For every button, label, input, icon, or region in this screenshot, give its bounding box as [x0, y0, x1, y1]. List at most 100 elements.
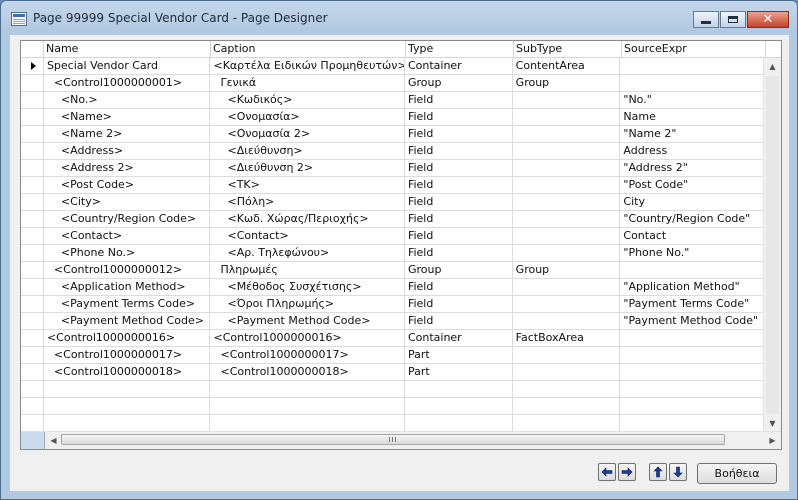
- column-header-type[interactable]: Type: [406, 41, 514, 57]
- table-row[interactable]: <Country/Region Code> <Κωδ. Χώρας/Περιοχ…: [21, 211, 764, 228]
- name-cell[interactable]: <Control1000000012>: [43, 262, 211, 279]
- vertical-scroll-track[interactable]: [766, 76, 779, 414]
- caption-cell[interactable]: <Διεύθυνση 2>: [210, 160, 405, 177]
- row-selector[interactable]: [21, 92, 44, 109]
- row-selector[interactable]: [21, 228, 44, 245]
- subtype-cell[interactable]: [512, 177, 621, 194]
- sourceexpr-cell[interactable]: [620, 381, 764, 398]
- subtype-cell[interactable]: [512, 245, 621, 262]
- caption-cell[interactable]: <Control1000000017>: [210, 347, 405, 364]
- caption-cell[interactable]: <Control1000000016>: [210, 330, 405, 347]
- row-selector[interactable]: [21, 296, 44, 313]
- table-row[interactable]: <Payment Method Code> <Payment Method Co…: [21, 313, 764, 330]
- type-cell[interactable]: Group: [404, 75, 513, 92]
- type-cell[interactable]: [404, 381, 513, 398]
- name-cell[interactable]: [43, 398, 211, 415]
- caption-cell[interactable]: Γενικά: [210, 75, 405, 92]
- row-selector[interactable]: [21, 313, 44, 330]
- table-row[interactable]: <Control1000000018> <Control1000000018> P…: [21, 364, 764, 381]
- table-row[interactable]: <Name> <Ονομασία> Field Name: [21, 109, 764, 126]
- name-cell[interactable]: <Name 2>: [43, 126, 211, 143]
- name-cell[interactable]: <Post Code>: [43, 177, 211, 194]
- vertical-scrollbar[interactable]: ▲ ▼: [763, 58, 781, 432]
- subtype-cell[interactable]: [512, 398, 621, 415]
- row-selector[interactable]: [21, 245, 44, 262]
- name-cell[interactable]: <Country/Region Code>: [43, 211, 211, 228]
- caption-cell[interactable]: <Μέθοδος Συσχέτισης>: [210, 279, 405, 296]
- subtype-cell[interactable]: [512, 92, 621, 109]
- name-cell[interactable]: <Address>: [43, 143, 211, 160]
- sourceexpr-cell[interactable]: "Name 2": [620, 126, 764, 143]
- subtype-cell[interactable]: Group: [512, 262, 621, 279]
- column-header-subtype[interactable]: SubType: [514, 41, 622, 57]
- caption-cell[interactable]: <Καρτέλα Ειδικών Προμηθευτών>: [210, 58, 405, 75]
- move-right-button[interactable]: [618, 463, 636, 481]
- table-row[interactable]: <Address> <Διεύθυνση> Field Address: [21, 143, 764, 160]
- caption-cell[interactable]: <Πόλη>: [210, 194, 405, 211]
- row-selector[interactable]: [21, 143, 44, 160]
- subtype-cell[interactable]: [512, 143, 621, 160]
- sourceexpr-cell[interactable]: [620, 75, 764, 92]
- caption-cell[interactable]: <Κωδικός>: [210, 92, 405, 109]
- name-cell[interactable]: <Control1000000018>: [43, 364, 211, 381]
- name-cell[interactable]: <Phone No.>: [43, 245, 211, 262]
- subtype-cell[interactable]: [512, 194, 621, 211]
- table-row[interactable]: <No.> <Κωδικός> Field "No.": [21, 92, 764, 109]
- scroll-right-icon[interactable]: ▶: [764, 432, 781, 449]
- scroll-left-icon[interactable]: ◀: [45, 432, 62, 449]
- table-row[interactable]: <Payment Terms Code> <Όροι Πληρωμής> Fiel…: [21, 296, 764, 313]
- table-row[interactable]: [21, 415, 764, 432]
- subtype-cell[interactable]: ContentArea: [512, 58, 621, 75]
- sourceexpr-cell[interactable]: "Application Method": [620, 279, 764, 296]
- type-cell[interactable]: Field: [404, 211, 513, 228]
- table-row[interactable]: <Control1000000016> <Control1000000016> Co…: [21, 330, 764, 347]
- caption-cell[interactable]: Πληρωμές: [210, 262, 405, 279]
- type-cell[interactable]: Field: [404, 228, 513, 245]
- table-row[interactable]: [21, 398, 764, 415]
- caption-cell[interactable]: <Διεύθυνση>: [210, 143, 405, 160]
- table-row[interactable]: <Control1000000001> Γενικά Group Group: [21, 75, 764, 92]
- type-cell[interactable]: Field: [404, 313, 513, 330]
- subtype-cell[interactable]: [512, 211, 621, 228]
- table-row[interactable]: [21, 381, 764, 398]
- subtype-cell[interactable]: [512, 228, 621, 245]
- move-up-button[interactable]: [649, 463, 667, 481]
- subtype-cell[interactable]: FactBoxArea: [512, 330, 621, 347]
- sourceexpr-cell[interactable]: "Country/Region Code": [620, 211, 764, 228]
- name-cell[interactable]: <Control1000000017>: [43, 347, 211, 364]
- title-bar[interactable]: Page 99999 Special Vendor Card - Page De…: [1, 1, 797, 35]
- type-cell[interactable]: Field: [404, 126, 513, 143]
- caption-cell[interactable]: [210, 415, 405, 432]
- caption-cell[interactable]: [210, 398, 405, 415]
- type-cell[interactable]: Group: [404, 262, 513, 279]
- name-cell[interactable]: <Control1000000001>: [43, 75, 211, 92]
- sourceexpr-cell[interactable]: Contact: [620, 228, 764, 245]
- name-cell[interactable]: <City>: [43, 194, 211, 211]
- table-row[interactable]: <Post Code> <ΤΚ> Field "Post Code": [21, 177, 764, 194]
- current-row-indicator[interactable]: [21, 58, 44, 75]
- scroll-down-icon[interactable]: ▼: [764, 415, 781, 432]
- move-left-button[interactable]: [598, 463, 616, 481]
- type-cell[interactable]: [404, 398, 513, 415]
- designer-grid[interactable]: Name Caption Type SubType SourceExpr Spe…: [20, 40, 782, 450]
- caption-cell[interactable]: <Ονομασία 2>: [210, 126, 405, 143]
- name-cell[interactable]: <Control1000000016>: [43, 330, 211, 347]
- row-selector[interactable]: [21, 364, 44, 381]
- sourceexpr-cell[interactable]: [620, 262, 764, 279]
- type-cell[interactable]: Container: [404, 58, 513, 75]
- type-cell[interactable]: Container: [404, 330, 513, 347]
- type-cell[interactable]: [404, 415, 513, 432]
- sourceexpr-cell[interactable]: "Payment Terms Code": [620, 296, 764, 313]
- row-selector[interactable]: [21, 347, 44, 364]
- sourceexpr-cell[interactable]: "Address 2": [620, 160, 764, 177]
- row-selector[interactable]: [21, 109, 44, 126]
- caption-cell[interactable]: <Ονομασία>: [210, 109, 405, 126]
- name-cell[interactable]: <Application Method>: [43, 279, 211, 296]
- name-cell[interactable]: <Address 2>: [43, 160, 211, 177]
- sourceexpr-cell[interactable]: [620, 364, 764, 381]
- table-row[interactable]: <Address 2> <Διεύθυνση 2> Field "Address 2…: [21, 160, 764, 177]
- type-cell[interactable]: Field: [404, 296, 513, 313]
- row-selector[interactable]: [21, 160, 44, 177]
- sourceexpr-cell[interactable]: [620, 58, 764, 75]
- row-selector[interactable]: [21, 279, 44, 296]
